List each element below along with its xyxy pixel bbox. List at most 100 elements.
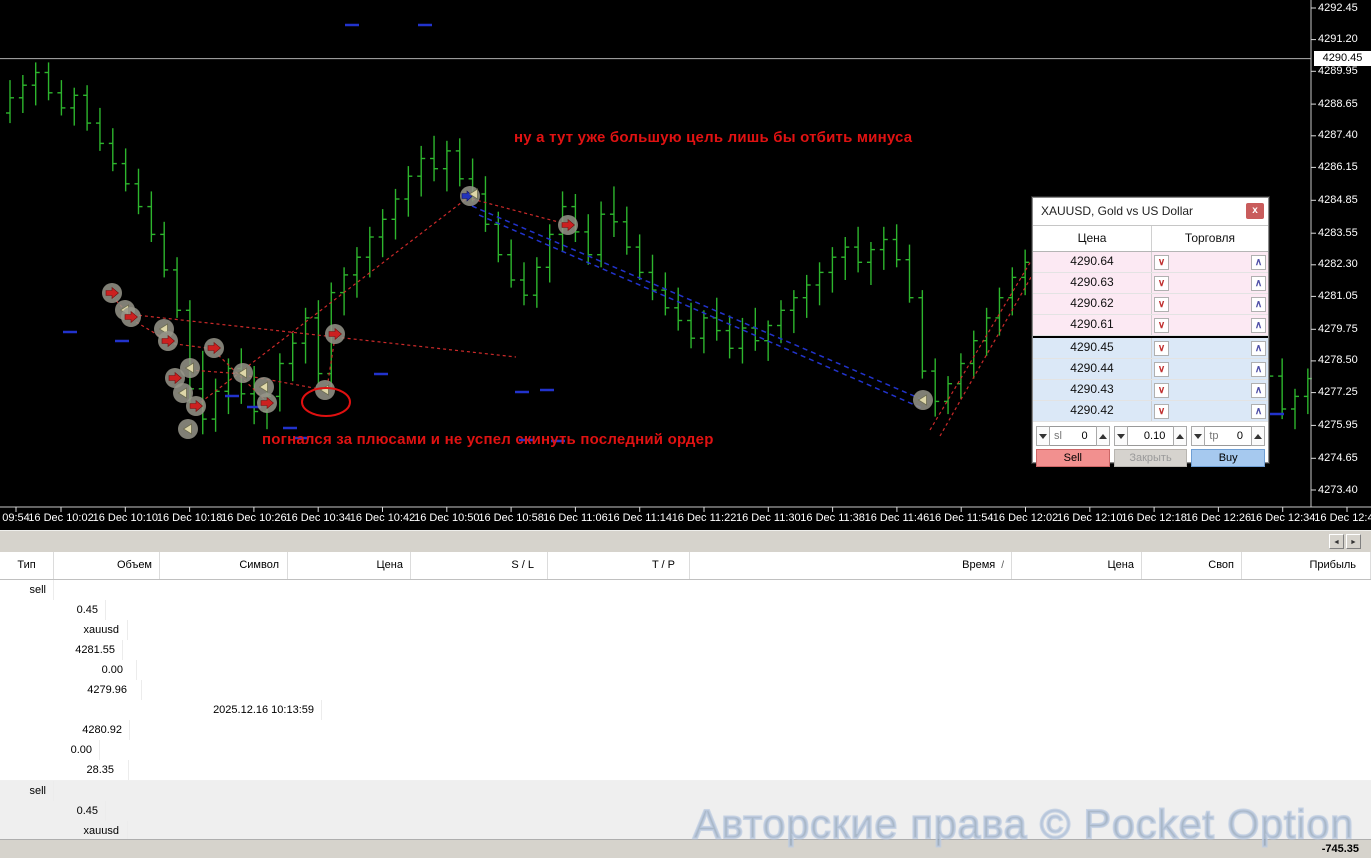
sell-button[interactable]: Sell bbox=[1036, 449, 1110, 467]
chevron-down-icon[interactable]: ∨ bbox=[1154, 362, 1169, 377]
sl-decrease-button[interactable] bbox=[1036, 426, 1050, 446]
sl-field[interactable]: sl 0 bbox=[1050, 426, 1096, 446]
current-price-tag: 4290.45 bbox=[1314, 51, 1371, 66]
close-icon[interactable]: x bbox=[1246, 203, 1264, 219]
dom-price-cell[interactable]: 4290.45 bbox=[1033, 338, 1152, 358]
sl-value: 0 bbox=[1082, 430, 1096, 442]
take-profit-stepper: tp 0 bbox=[1191, 426, 1265, 446]
trend-lines-blue[interactable] bbox=[472, 206, 924, 409]
dom-price-cell[interactable]: 4290.61 bbox=[1033, 315, 1152, 335]
time-axis-label: 16 Dec 12:42 bbox=[1314, 512, 1371, 524]
time-axis-label: 16 Dec 11:54 bbox=[929, 512, 994, 524]
dom-table-header: Цена Торговля bbox=[1033, 226, 1268, 252]
chart-scrollbar[interactable]: ◄ ► bbox=[0, 530, 1371, 552]
chevron-down-icon[interactable]: ∨ bbox=[1154, 383, 1169, 398]
dom-price-column-header: Цена bbox=[1033, 226, 1152, 251]
chevron-down-icon[interactable]: ∨ bbox=[1154, 255, 1169, 270]
volume-field[interactable]: 0.10 bbox=[1128, 426, 1174, 446]
scroll-right-button[interactable]: ► bbox=[1346, 534, 1361, 549]
time-axis-label: 16 Dec 12:10 bbox=[1057, 512, 1122, 524]
sl-increase-button[interactable] bbox=[1096, 426, 1110, 446]
column-header[interactable]: Цена bbox=[1012, 552, 1142, 579]
dom-price-row: 4290.63 ∨ ∧ bbox=[1033, 273, 1268, 294]
column-header[interactable]: Время/ bbox=[690, 552, 1012, 579]
price-axis-label: 4275.95 bbox=[1318, 419, 1358, 431]
dom-title-bar[interactable]: XAUUSD, Gold vs US Dollar x bbox=[1033, 198, 1268, 226]
column-header[interactable]: Цена bbox=[288, 552, 411, 579]
price-axis-label: 4286.15 bbox=[1318, 161, 1358, 173]
dom-price-cell[interactable]: 4290.42 bbox=[1033, 401, 1152, 421]
dom-trade-cell: ∨ ∧ bbox=[1152, 380, 1268, 400]
time-axis-label: 16 Dec 11:30 bbox=[736, 512, 801, 524]
history-cell: 28.35 bbox=[0, 760, 129, 780]
column-header[interactable]: Тип bbox=[0, 552, 54, 579]
volume-decrease-button[interactable] bbox=[1114, 426, 1128, 446]
dom-price-cell[interactable]: 4290.43 bbox=[1033, 380, 1152, 400]
chevron-down-icon[interactable]: ∨ bbox=[1154, 318, 1169, 333]
dom-trade-cell: ∨ ∧ bbox=[1152, 294, 1268, 314]
chevron-down-icon[interactable]: ∨ bbox=[1154, 341, 1169, 356]
history-cell: 2025.12.16 10:13:59 bbox=[0, 700, 322, 720]
triangle-down-icon bbox=[1039, 434, 1047, 439]
price-axis-label: 4282.30 bbox=[1318, 258, 1358, 270]
chevron-up-icon[interactable]: ∧ bbox=[1251, 341, 1266, 356]
dom-price-row: 4290.42 ∨ ∧ bbox=[1033, 401, 1268, 422]
chevron-up-icon[interactable]: ∧ bbox=[1251, 255, 1266, 270]
chevron-down-icon[interactable]: ∨ bbox=[1154, 276, 1169, 291]
chevron-up-icon[interactable]: ∧ bbox=[1251, 276, 1266, 291]
price-axis-label: 4292.45 bbox=[1318, 2, 1358, 14]
time-axis-label: 16 Dec 11:14 bbox=[607, 512, 672, 524]
time-axis-label: 16 Dec 12:18 bbox=[1121, 512, 1186, 524]
dom-trade-column-header: Торговля bbox=[1152, 226, 1268, 251]
chevron-down-icon[interactable]: ∨ bbox=[1154, 404, 1169, 419]
triangle-up-icon bbox=[1254, 434, 1262, 439]
dom-price-cell[interactable]: 4290.63 bbox=[1033, 273, 1152, 293]
column-header[interactable]: S / L bbox=[411, 552, 548, 579]
close-position-button[interactable]: Закрыть bbox=[1114, 449, 1188, 467]
time-axis-label: 16 Dec 11:46 bbox=[865, 512, 930, 524]
tp-decrease-button[interactable] bbox=[1191, 426, 1205, 446]
history-cell: sell bbox=[0, 781, 54, 801]
price-axis-label: 4281.05 bbox=[1318, 290, 1358, 302]
history-row[interactable]: sell0.45xauusd4281.550.004279.962025.12.… bbox=[0, 580, 1371, 781]
time-axis-label: 16 Dec 11:38 bbox=[800, 512, 865, 524]
price-axis-label: 4273.40 bbox=[1318, 484, 1358, 496]
column-header[interactable]: Прибыль bbox=[1242, 552, 1371, 579]
chart-area[interactable]: ну а тут уже большую цель лишь бы отбить… bbox=[0, 0, 1371, 530]
buy-button[interactable]: Buy bbox=[1191, 449, 1265, 467]
history-header-row: ТипОбъемСимволЦенаS / LT / PВремя/ЦенаСв… bbox=[0, 552, 1371, 579]
chart-annotation-top: ну а тут уже большую цель лишь бы отбить… bbox=[514, 129, 912, 146]
triangle-down-icon bbox=[1194, 434, 1202, 439]
tp-field[interactable]: tp 0 bbox=[1205, 426, 1251, 446]
chevron-up-icon[interactable]: ∧ bbox=[1251, 404, 1266, 419]
sl-label: sl bbox=[1050, 430, 1062, 442]
column-header[interactable]: T / P bbox=[548, 552, 690, 579]
chevron-up-icon[interactable]: ∧ bbox=[1251, 383, 1266, 398]
column-header[interactable]: Своп bbox=[1142, 552, 1242, 579]
mt5-terminal: ну а тут уже большую цель лишь бы отбить… bbox=[0, 0, 1371, 858]
dom-price-cell[interactable]: 4290.62 bbox=[1033, 294, 1152, 314]
total-profit: -745.35 bbox=[1322, 843, 1359, 855]
price-axis-label: 4278.50 bbox=[1318, 354, 1358, 366]
column-header[interactable]: Объем bbox=[54, 552, 160, 579]
chevron-up-icon[interactable]: ∧ bbox=[1251, 297, 1266, 312]
history-cell: 0.00 bbox=[0, 740, 100, 760]
history-cell: 4280.92 bbox=[0, 720, 130, 740]
volume-increase-button[interactable] bbox=[1173, 426, 1187, 446]
history-cell: xauusd bbox=[0, 620, 128, 640]
price-axis-label: 4274.65 bbox=[1318, 452, 1358, 464]
history-cell: 4279.96 bbox=[0, 680, 142, 700]
tp-increase-button[interactable] bbox=[1251, 426, 1265, 446]
dom-price-cell[interactable]: 4290.64 bbox=[1033, 252, 1152, 272]
column-header[interactable]: Символ bbox=[160, 552, 288, 579]
chevron-down-icon[interactable]: ∨ bbox=[1154, 297, 1169, 312]
history-cell: 0.45 bbox=[0, 600, 106, 620]
time-axis-label: 09:54 bbox=[2, 512, 30, 524]
chevron-up-icon[interactable]: ∧ bbox=[1251, 362, 1266, 377]
dom-price-row: 4290.61 ∨ ∧ bbox=[1033, 315, 1268, 336]
dom-price-cell[interactable]: 4290.44 bbox=[1033, 359, 1152, 379]
history-cell: sell bbox=[0, 580, 54, 600]
chevron-up-icon[interactable]: ∧ bbox=[1251, 318, 1266, 333]
scroll-left-button[interactable]: ◄ bbox=[1329, 534, 1344, 549]
trend-lines-red[interactable] bbox=[112, 199, 1034, 436]
